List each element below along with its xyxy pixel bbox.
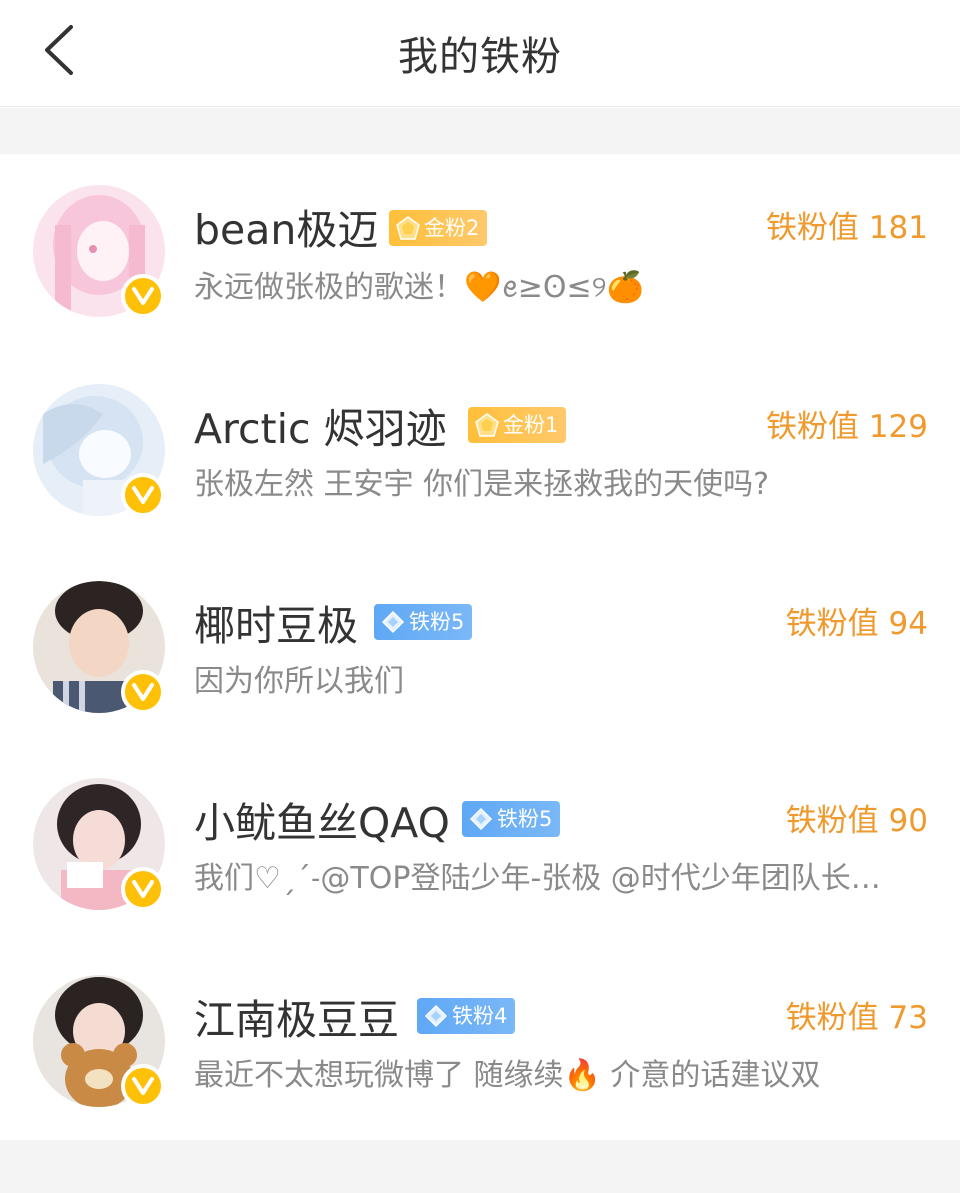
fan-score: 铁粉值 181: [765, 210, 928, 246]
badge-label: 铁粉5: [409, 610, 465, 634]
gold-gem-icon: [475, 413, 499, 437]
fan-name[interactable]: 椰时豆极: [194, 600, 358, 652]
badge-label: 金粉2: [424, 216, 480, 240]
diamond-icon: [381, 610, 405, 634]
fan-list: bean极迈 金粉2 铁粉值 181 永远做张极的歌迷！🧡ꫀ≥ʘ≤୨🍊 Arct…: [0, 154, 960, 1140]
list-item[interactable]: 小鱿鱼丝QAQ 铁粉5 铁粉值 90 我们♡ˏˊ˗@TOP登陆少年-张极 @时代…: [0, 745, 960, 942]
section-divider: [0, 108, 960, 154]
fan-score: 铁粉值 90: [785, 803, 928, 839]
fan-bio: 永远做张极的歌迷！🧡ꫀ≥ʘ≤୨🍊: [194, 270, 644, 305]
diamond-icon: [469, 807, 493, 831]
verified-badge-icon: [121, 867, 165, 911]
gold-gem-icon: [396, 216, 420, 240]
fan-level-badge: 金粉1: [468, 407, 567, 443]
verified-badge-icon: [121, 274, 165, 318]
badge-label: 金粉1: [503, 413, 559, 437]
fan-level-badge: 铁粉5: [374, 604, 473, 640]
fan-name[interactable]: 江南极豆豆: [194, 994, 399, 1046]
fan-score: 铁粉值 94: [785, 606, 928, 642]
fan-level-badge: 金粉2: [389, 210, 488, 246]
fan-name[interactable]: bean极迈: [194, 204, 378, 256]
fan-bio: 最近不太想玩微博了 随缘续🔥 介意的话建议双: [194, 1058, 821, 1093]
fan-score: 铁粉值 129: [765, 409, 928, 445]
fan-name[interactable]: Arctic 烬羽迹: [194, 403, 447, 455]
fan-level-badge: 铁粉4: [417, 998, 516, 1034]
list-item[interactable]: Arctic 烬羽迹 金粉1 铁粉值 129 张极左然 王安宇 你们是来拯救我的…: [0, 351, 960, 548]
list-item[interactable]: 江南极豆豆 铁粉4 铁粉值 73 最近不太想玩微博了 随缘续🔥 介意的话建议双: [0, 942, 960, 1139]
badge-label: 铁粉4: [452, 1004, 508, 1028]
verified-badge-icon: [121, 473, 165, 517]
fan-score: 铁粉值 73: [785, 1000, 928, 1036]
list-item[interactable]: 椰时豆极 铁粉5 铁粉值 94 因为你所以我们: [0, 548, 960, 745]
fan-name[interactable]: 小鱿鱼丝QAQ: [194, 797, 450, 849]
top-bar: 我的铁粉: [0, 0, 960, 107]
badge-label: 铁粉5: [497, 807, 553, 831]
diamond-icon: [424, 1004, 448, 1028]
verified-badge-icon: [121, 670, 165, 714]
bottom-divider: [0, 1140, 960, 1193]
list-item[interactable]: bean极迈 金粉2 铁粉值 181 永远做张极的歌迷！🧡ꫀ≥ʘ≤୨🍊: [0, 154, 960, 351]
fan-level-badge: 铁粉5: [462, 801, 561, 837]
fan-bio: 张极左然 王安宇 你们是来拯救我的天使吗?: [194, 467, 769, 502]
fan-bio: 因为你所以我们: [194, 664, 404, 699]
page-title: 我的铁粉: [398, 34, 562, 80]
fan-bio: 我们♡ˏˊ˗@TOP登陆少年-张极 @时代少年团队长…: [194, 861, 881, 896]
verified-badge-icon: [121, 1064, 165, 1108]
